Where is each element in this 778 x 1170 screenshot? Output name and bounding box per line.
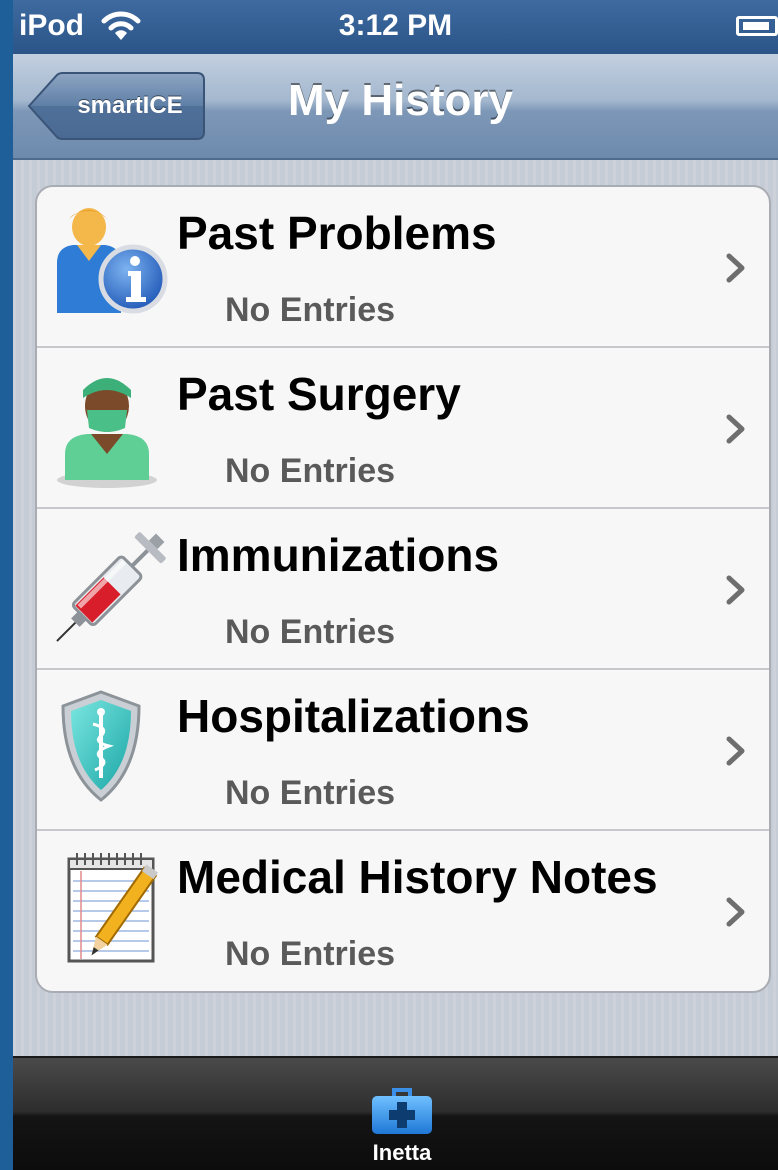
- status-time: 3:12 PM: [338, 9, 453, 42]
- chevron-right-icon: [726, 414, 745, 444]
- item-title: Medical History Notes: [177, 851, 658, 903]
- item-title: Past Surgery: [177, 368, 461, 420]
- history-list: Past Problems No Entries Past Surgery No…: [35, 185, 771, 993]
- app-screen: iPod 3:12 PM smartICE My History Past Pr…: [13, 0, 778, 1170]
- first-aid-kit-icon: [372, 1088, 432, 1134]
- item-title: Hospitalizations: [177, 690, 530, 742]
- chevron-right-icon: [726, 897, 745, 927]
- syringe-icon: [56, 532, 166, 642]
- item-status: No Entries: [225, 774, 396, 812]
- tab-inetta[interactable]: Inetta: [345, 1058, 459, 1170]
- item-status: No Entries: [225, 291, 396, 329]
- person-info-icon: [57, 208, 168, 314]
- list-item-past-surgery[interactable]: Past Surgery No Entries: [37, 348, 769, 509]
- chevron-right-icon: [726, 736, 745, 766]
- item-status: No Entries: [225, 935, 396, 973]
- notepad-pencil-icon: [67, 853, 159, 963]
- item-status: No Entries: [225, 452, 396, 490]
- tab-bar: Inetta: [13, 1056, 778, 1170]
- medical-shield-icon: [61, 690, 141, 802]
- list-item-hospitalizations[interactable]: Hospitalizations No Entries: [37, 670, 769, 831]
- item-title: Past Problems: [177, 207, 497, 259]
- surgeon-icon: [57, 378, 157, 488]
- list-item-past-problems[interactable]: Past Problems No Entries: [37, 187, 769, 348]
- status-bar: iPod 3:12 PM: [13, 0, 778, 54]
- list-item-immunizations[interactable]: Immunizations No Entries: [37, 509, 769, 670]
- chevron-right-icon: [726, 575, 745, 605]
- tab-label: Inetta: [372, 1140, 432, 1165]
- item-title: Immunizations: [177, 529, 500, 581]
- list-item-medical-history-notes[interactable]: Medical History Notes No Entries: [37, 831, 769, 991]
- page-title: My History: [288, 76, 513, 125]
- battery-icon: [736, 16, 778, 36]
- navigation-bar: smartICE My History: [13, 54, 778, 160]
- item-status: No Entries: [225, 613, 396, 651]
- chevron-right-icon: [726, 253, 745, 283]
